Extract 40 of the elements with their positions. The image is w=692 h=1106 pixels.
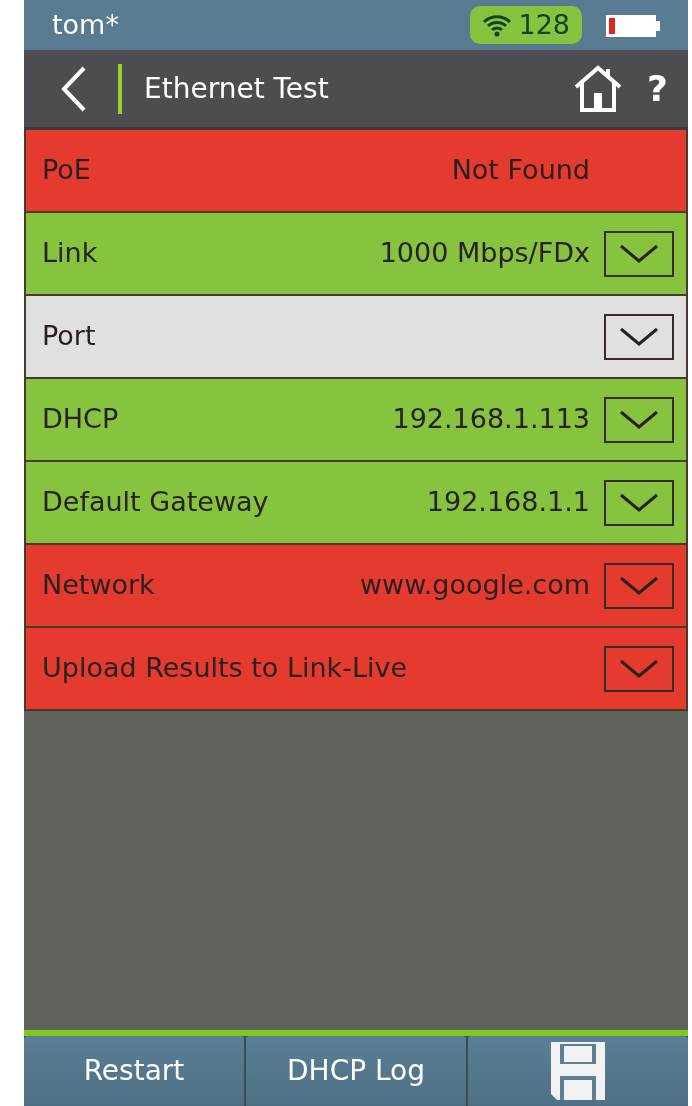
test-row[interactable]: Upload Results to Link-Live	[24, 628, 688, 711]
expand-button[interactable]	[604, 313, 674, 360]
test-label: Link	[42, 236, 98, 271]
expand-button[interactable]	[604, 479, 674, 526]
page-title: Ethernet Test	[144, 70, 329, 107]
battery-icon	[606, 15, 660, 38]
test-label: Upload Results to Link-Live	[42, 651, 408, 686]
test-value: 192.168.1.113	[392, 402, 590, 437]
test-label: Network	[42, 568, 155, 603]
test-row[interactable]: Port	[24, 296, 688, 379]
test-label: Port	[42, 319, 96, 354]
footer-button[interactable]: Restart	[24, 1036, 244, 1106]
help-button[interactable]: ?	[647, 61, 668, 116]
wifi-count: 128	[518, 7, 570, 42]
chevron-down-icon	[619, 409, 659, 430]
test-row[interactable]: DHCP 192.168.1.113	[24, 379, 688, 462]
chevron-down-icon	[619, 658, 659, 679]
test-row[interactable]: PoE Not Found	[24, 130, 688, 213]
test-row[interactable]: Default Gateway 192.168.1.1	[24, 462, 688, 545]
test-value: 1000 Mbps/FDx	[379, 236, 590, 271]
chevron-down-icon	[619, 492, 659, 513]
test-row[interactable]: Network www.google.com	[24, 545, 688, 628]
chevron-down-icon	[619, 243, 659, 264]
test-value: www.google.com	[359, 568, 590, 603]
test-label: Default Gateway	[42, 485, 269, 520]
home-icon[interactable]	[573, 64, 624, 113]
test-row[interactable]: Link 1000 Mbps/FDx	[24, 213, 688, 296]
footer-button[interactable]: DHCP Log	[246, 1036, 466, 1106]
test-value: Not Found	[451, 153, 590, 188]
user-name: tom*	[52, 7, 119, 42]
chevron-down-icon	[619, 575, 659, 596]
chevron-down-icon	[619, 326, 659, 347]
test-label: PoE	[42, 153, 91, 188]
expand-button[interactable]	[604, 396, 674, 443]
wifi-icon	[482, 13, 513, 37]
save-button[interactable]	[468, 1036, 688, 1106]
expand-button[interactable]	[604, 230, 674, 277]
test-value: 192.168.1.1	[426, 485, 590, 520]
test-label: DHCP	[42, 402, 119, 437]
back-icon[interactable]	[60, 65, 86, 112]
